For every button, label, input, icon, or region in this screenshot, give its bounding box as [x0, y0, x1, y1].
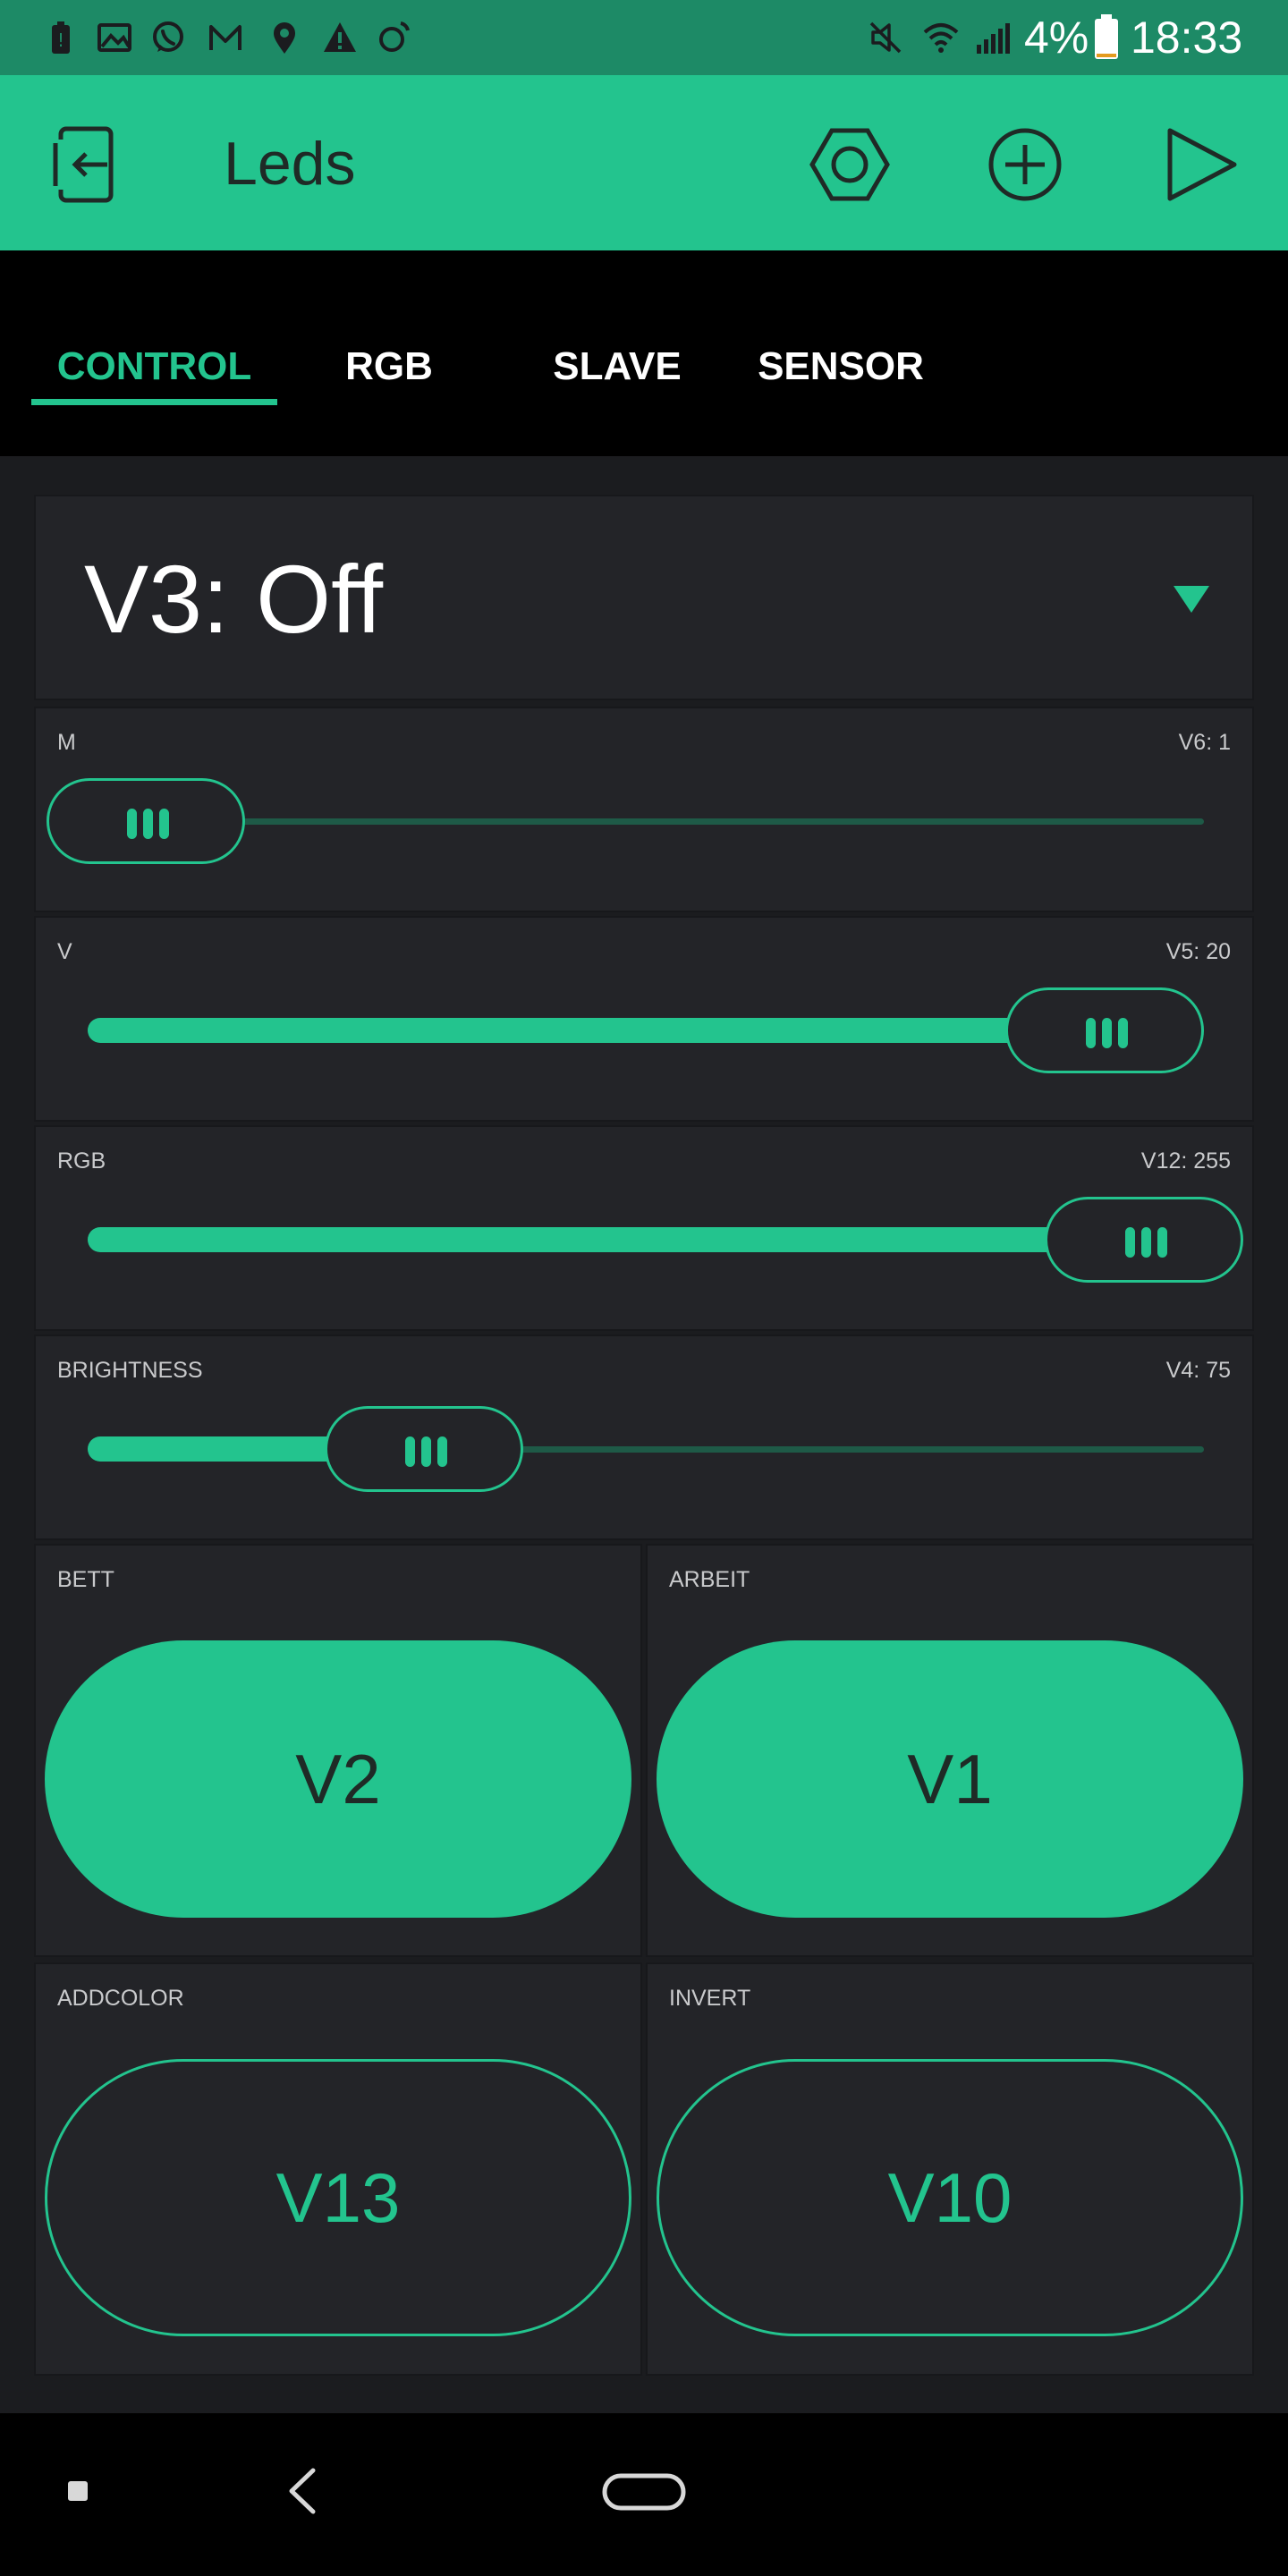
button-widget-bett: BETT V2: [34, 1544, 642, 1957]
grip-line: [436, 1436, 447, 1467]
slider-handle[interactable]: [324, 1406, 523, 1492]
slider-widget-m: M V6: 1: [34, 707, 1254, 912]
slider-label: M: [57, 730, 76, 755]
grip-line: [420, 1436, 431, 1467]
slider-value: V4: 75: [1165, 1358, 1231, 1383]
grip-line: [404, 1436, 415, 1467]
slider-label: BRIGHTNESS: [57, 1358, 203, 1383]
slider-value: V5: 20: [1165, 939, 1231, 964]
grip-line: [159, 809, 169, 839]
grip-line: [1102, 1018, 1112, 1048]
play-icon[interactable]: [1157, 122, 1243, 208]
signal-icon: [977, 23, 1010, 54]
button-label: ADDCOLOR: [57, 1986, 184, 2011]
notification-battery-icon: !: [52, 21, 70, 54]
button-widget-arbeit: ARBEIT V1: [646, 1544, 1254, 1957]
menu-widget[interactable]: V3: Off: [34, 495, 1254, 700]
clock: 18:33: [1131, 13, 1243, 63]
slider-handle[interactable]: [1045, 1197, 1243, 1283]
grip-line: [1141, 1227, 1151, 1258]
location-icon: [274, 22, 295, 54]
button-label: INVERT: [669, 1986, 751, 2011]
grip-line: [1125, 1227, 1135, 1258]
slider-fill: [88, 1018, 1105, 1043]
slider-handle[interactable]: [1005, 987, 1204, 1073]
battery-icon: [1095, 14, 1118, 59]
slider-track[interactable]: [88, 818, 1204, 825]
app-bar: Leds: [0, 75, 1288, 250]
settings-hexagon-icon[interactable]: [807, 122, 893, 208]
invert-button[interactable]: V10: [657, 2059, 1243, 2336]
slider-label: V: [57, 939, 72, 964]
gallery-icon: [97, 23, 131, 52]
slider-label: RGB: [57, 1148, 106, 1174]
warning-icon: [324, 22, 356, 52]
grip-line: [1118, 1018, 1128, 1048]
button-widget-addcolor: ADDCOLOR V13: [34, 1962, 642, 2376]
home-icon[interactable]: [601, 2472, 687, 2512]
slider-fill: [88, 1227, 1144, 1252]
recent-apps-icon[interactable]: [66, 2479, 89, 2503]
svg-text:!: !: [57, 30, 64, 51]
page-title: Leds: [224, 130, 356, 198]
slider-widget-v: V V5: 20: [34, 916, 1254, 1122]
battery-percent: 4%: [1024, 13, 1089, 63]
bett-button[interactable]: V2: [45, 1640, 631, 1918]
add-widget-icon[interactable]: [982, 122, 1068, 208]
button-widget-invert: INVERT V10: [646, 1962, 1254, 2376]
mute-icon: [869, 21, 902, 54]
wifi-icon: [923, 23, 959, 53]
tab-slave[interactable]: SLAVE: [537, 331, 698, 402]
dropdown-caret-icon[interactable]: [1174, 586, 1209, 613]
sync-icon: [379, 21, 410, 52]
addcolor-button[interactable]: V13: [45, 2059, 631, 2336]
tab-control[interactable]: CONTROL: [31, 331, 277, 402]
whatsapp-icon: [153, 21, 183, 52]
slider-value: V12: 255: [1140, 1148, 1231, 1174]
back-icon[interactable]: [284, 2467, 320, 2515]
grip-line: [143, 809, 153, 839]
navigation-bar: [0, 2413, 1288, 2576]
tab-rgb[interactable]: RGB: [318, 331, 461, 402]
tab-sensor[interactable]: SENSOR: [756, 331, 926, 402]
dashboard: V3: Off M V6: 1 V V5: 20 RGB V12: 255 BR…: [0, 456, 1288, 2413]
slider-widget-rgb: RGB V12: 255: [34, 1125, 1254, 1331]
slider-value: V6: 1: [1178, 730, 1231, 755]
tab-indicator: [31, 399, 277, 405]
exit-icon[interactable]: [45, 122, 131, 208]
status-bar: ! 4% 18:33: [0, 0, 1288, 75]
gmail-icon: [209, 25, 242, 50]
slider-handle[interactable]: [47, 778, 245, 864]
button-label: ARBEIT: [669, 1567, 750, 1592]
arbeit-button[interactable]: V1: [657, 1640, 1243, 1918]
grip-line: [1086, 1018, 1096, 1048]
slider-widget-brightness: BRIGHTNESS V4: 75: [34, 1335, 1254, 1540]
menu-selected-value: V3: Off: [84, 545, 384, 653]
tab-bar: CONTROL RGB SLAVE SENSOR: [0, 250, 1288, 456]
button-label: BETT: [57, 1567, 114, 1592]
grip-line: [1157, 1227, 1167, 1258]
grip-line: [127, 809, 137, 839]
